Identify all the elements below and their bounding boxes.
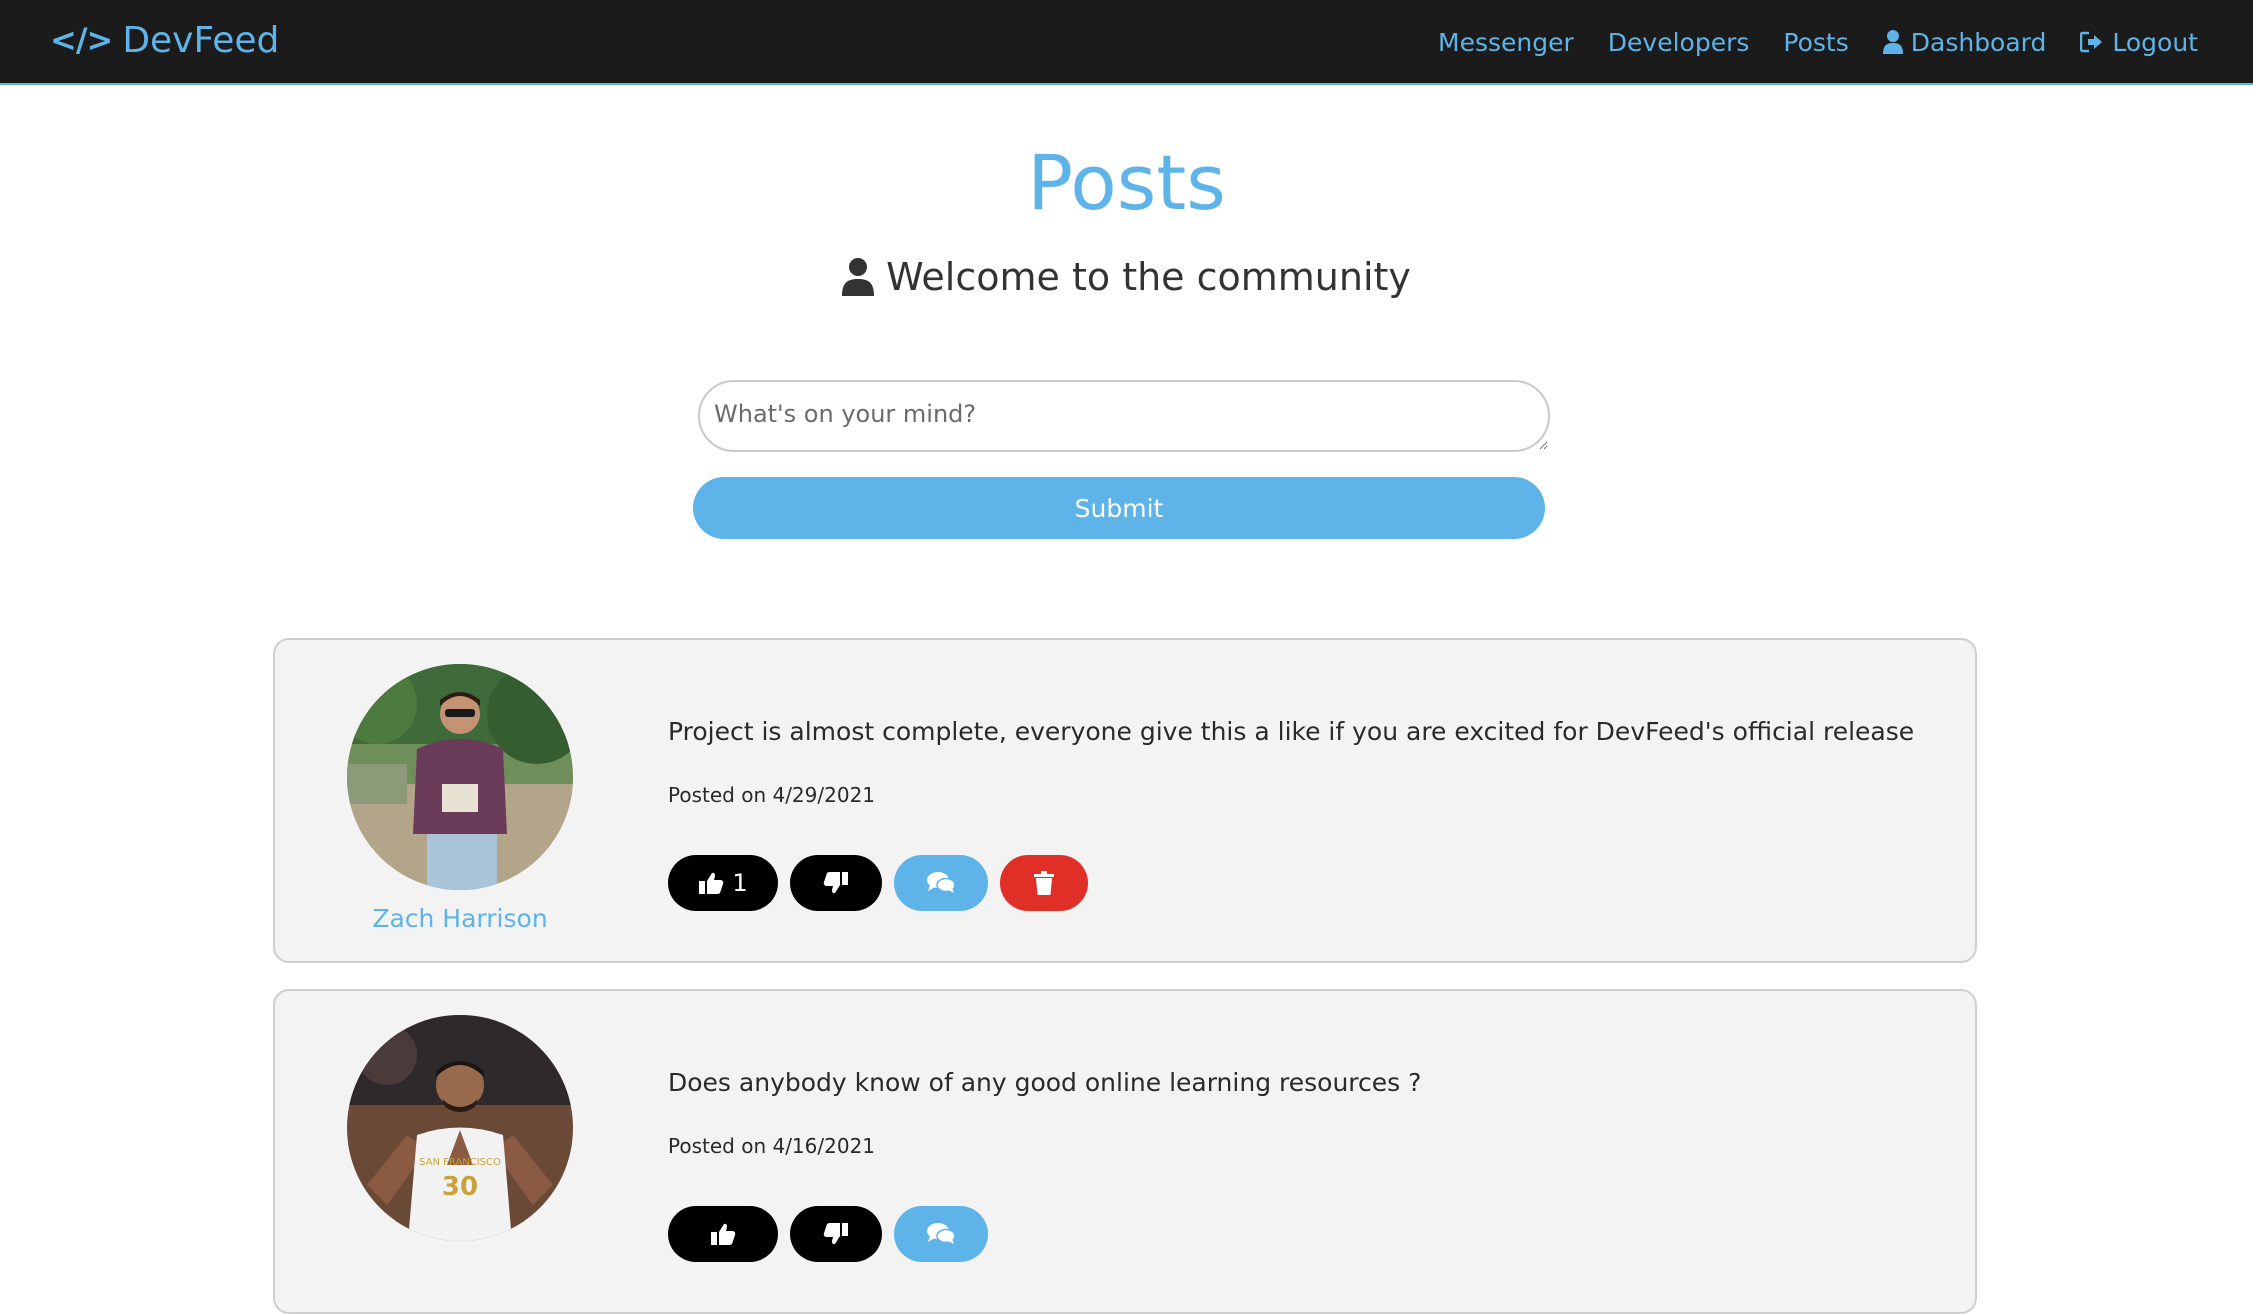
- submit-button[interactable]: Submit: [693, 477, 1545, 539]
- code-icon: </>: [50, 21, 113, 59]
- comments-button[interactable]: [894, 855, 988, 911]
- like-icon: [710, 1222, 736, 1246]
- nav-link-label: Posts: [1783, 27, 1849, 57]
- post-card: Zach Harrison Project is almost complete…: [273, 638, 1977, 963]
- brand-link[interactable]: </> DevFeed: [50, 18, 279, 62]
- nav-link-messenger[interactable]: Messenger: [1438, 28, 1574, 57]
- brand-name: DevFeed: [122, 19, 280, 61]
- post-date: Posted on 4/16/2021: [668, 1134, 876, 1158]
- nav-link-label: Logout: [2112, 27, 2198, 57]
- author-name[interactable]: Zach Harrison: [310, 904, 610, 933]
- avatar[interactable]: [347, 664, 573, 890]
- dislike-button[interactable]: [790, 855, 882, 911]
- post-actions: 1: [668, 855, 1088, 911]
- nav-link-label: Dashboard: [1910, 27, 2047, 57]
- navbar: </> DevFeed Messenger Developers Posts D…: [0, 0, 2253, 85]
- avatar[interactable]: 30 SAN FRANCISCO: [347, 1015, 573, 1241]
- nav-link-logout[interactable]: Logout: [2080, 28, 2198, 57]
- nav-links: Messenger Developers Posts Dashboard Log…: [1438, 22, 2198, 62]
- page-title: Posts: [1027, 138, 1226, 227]
- comments-icon: [926, 1222, 956, 1246]
- dislike-button[interactable]: [790, 1206, 882, 1262]
- post-date: Posted on 4/29/2021: [668, 783, 876, 807]
- like-count: 1: [732, 869, 748, 897]
- delete-button[interactable]: [1000, 855, 1088, 911]
- like-button[interactable]: [668, 1206, 778, 1262]
- post-card: 30 SAN FRANCISCO Does anybody know of an…: [273, 989, 1977, 1314]
- sign-out-icon: [2080, 31, 2104, 53]
- nav-link-dashboard[interactable]: Dashboard: [1882, 27, 2047, 57]
- nav-link-developers[interactable]: Developers: [1608, 28, 1750, 57]
- user-icon: [1882, 30, 1903, 54]
- comments-icon: [926, 871, 956, 895]
- user-icon: [842, 258, 875, 296]
- page-subtitle: Welcome to the community: [0, 252, 2253, 302]
- post-text: Project is almost complete, everyone giv…: [668, 717, 1915, 746]
- post-text: Does anybody know of any good online lea…: [668, 1068, 1422, 1097]
- dislike-icon: [823, 1222, 849, 1246]
- svg-text:SAN FRANCISCO: SAN FRANCISCO: [419, 1157, 501, 1168]
- post-actions: [668, 1206, 988, 1262]
- comments-button[interactable]: [894, 1206, 988, 1262]
- like-button[interactable]: 1: [668, 855, 778, 911]
- nav-link-label: Messenger: [1438, 27, 1574, 57]
- svg-text:30: 30: [442, 1172, 478, 1202]
- nav-link-label: Developers: [1607, 27, 1750, 57]
- like-icon: [698, 871, 724, 895]
- dislike-icon: [823, 871, 849, 895]
- post-input[interactable]: [698, 380, 1550, 452]
- trash-icon: [1033, 870, 1055, 896]
- subtitle-text: Welcome to the community: [886, 255, 1411, 299]
- nav-link-posts[interactable]: Posts: [1783, 28, 1848, 57]
